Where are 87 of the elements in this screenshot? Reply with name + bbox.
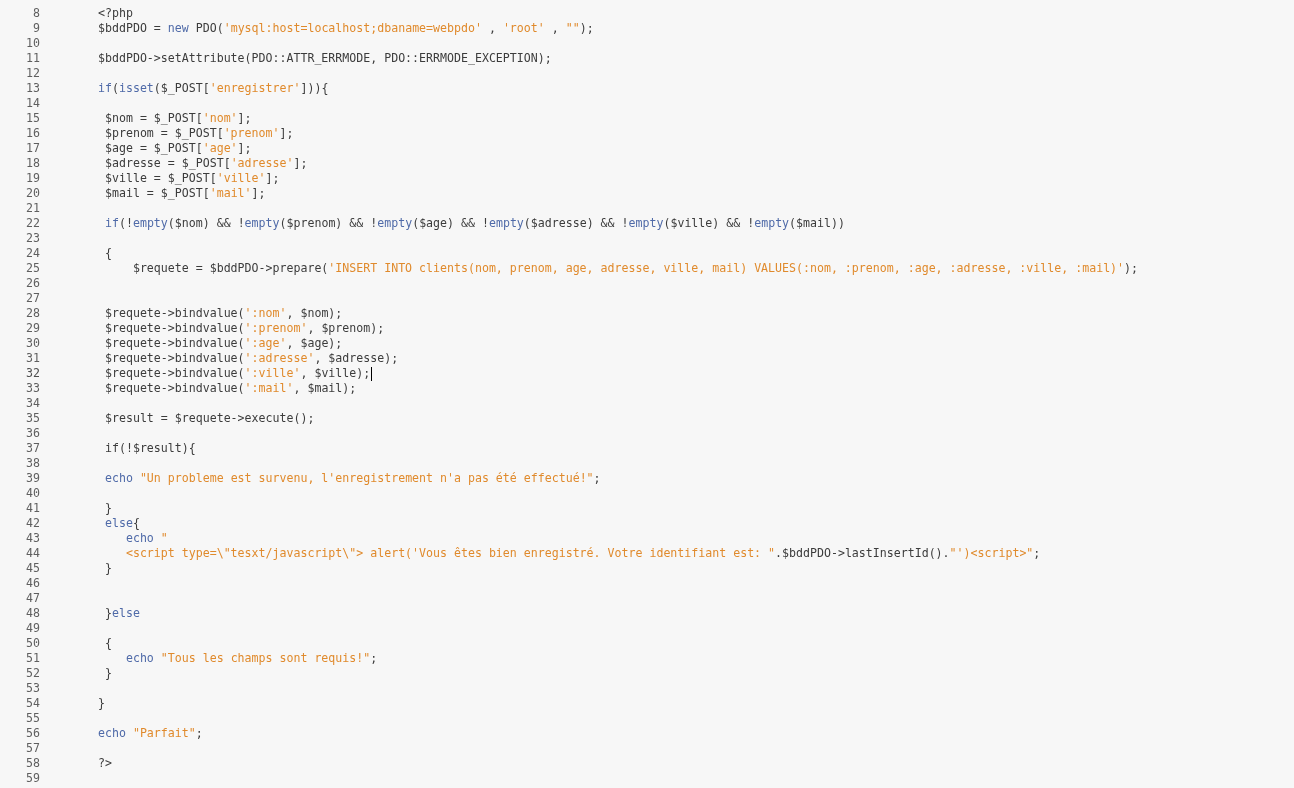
line-number: 33 xyxy=(26,381,40,396)
text-cursor xyxy=(371,366,373,381)
code-line: $bddPDO->setAttribute(PDO::ATTR_ERRMODE, PDO::ERRMODE_EXCEPTION); xyxy=(98,51,552,66)
code-line: $requete->bindvalue(':mail', $mail); xyxy=(103,381,357,396)
line-number: 24 xyxy=(26,246,40,261)
line-number: 38 xyxy=(26,456,40,471)
line-number: 41 xyxy=(26,501,40,516)
line-number: 44 xyxy=(26,546,40,561)
line-number: 57 xyxy=(26,741,40,756)
line-number: 17 xyxy=(26,141,40,156)
line-number: 20 xyxy=(26,186,40,201)
code-line: $requete->bindvalue(':prenom', $prenom); xyxy=(103,321,385,336)
line-number: 31 xyxy=(26,351,40,366)
code-line: } xyxy=(103,501,112,516)
code-line: $requete = $bddPDO->prepare('INSERT INTO clients(nom, prenom, age, adresse, ville, mail) VALUES(:nom, :prenom, :age, :adresse, :ville, :mail)'); xyxy=(131,261,1139,276)
code-line: <?php xyxy=(98,6,133,21)
line-number: 51 xyxy=(26,651,40,666)
line-number: 11 xyxy=(26,51,40,66)
code-line: }else xyxy=(103,606,140,621)
line-number: 8 xyxy=(33,6,40,21)
code-line: $result = $requete->execute(); xyxy=(103,411,315,426)
line-number: 25 xyxy=(26,261,40,276)
code-line: echo "Parfait"; xyxy=(98,726,203,741)
line-number: 23 xyxy=(26,231,40,246)
line-number: 53 xyxy=(26,681,40,696)
code-line: } xyxy=(98,696,105,711)
code-line: $requete->bindvalue(':adresse', $adresse); xyxy=(103,351,399,366)
code-line: { xyxy=(103,246,112,261)
line-number: 32 xyxy=(26,366,40,381)
line-number: 49 xyxy=(26,621,40,636)
code-line: $adresse = $_POST['adresse']; xyxy=(103,156,308,171)
code-line: ?> xyxy=(98,756,112,771)
line-number: 22 xyxy=(26,216,40,231)
line-number: 28 xyxy=(26,306,40,321)
line-number: 14 xyxy=(26,96,40,111)
code-line: if(isset($_POST['enregistrer'])){ xyxy=(98,81,329,96)
line-number: 16 xyxy=(26,126,40,141)
line-number: 37 xyxy=(26,441,40,456)
code-line: if(!$result){ xyxy=(103,441,196,456)
code-line: echo "Un probleme est survenu, l'enregistrement n'a pas été effectué!"; xyxy=(103,471,601,486)
code-line: $bddPDO = new PDO('mysql:host=localhost;dbaname=webpdo' , 'root' , ""); xyxy=(98,21,594,36)
line-number: 19 xyxy=(26,171,40,186)
line-number: 34 xyxy=(26,396,40,411)
line-number: 30 xyxy=(26,336,40,351)
code-line: $age = $_POST['age']; xyxy=(103,141,252,156)
code-line: $requete->bindvalue(':ville', $ville); xyxy=(103,366,371,381)
code-line: echo " xyxy=(124,531,168,546)
code-line: } xyxy=(103,561,112,576)
line-number: 55 xyxy=(26,711,40,726)
line-number: 35 xyxy=(26,411,40,426)
line-number: 26 xyxy=(26,276,40,291)
code-line: } xyxy=(103,666,112,681)
line-number: 36 xyxy=(26,426,40,441)
code-line: <script type=\"tesxt/javascript\"> alert('Vous êtes bien enregistré. Votre identifiant est: ".$bddPDO->lastInsertId()."')<script>"; xyxy=(124,546,1041,561)
code-line: $requete->bindvalue(':nom', $nom); xyxy=(103,306,343,321)
line-number: 59 xyxy=(26,771,40,786)
line-number: 9 xyxy=(33,21,40,36)
line-number: 45 xyxy=(26,561,40,576)
code-line: echo "Tous les champs sont requis!"; xyxy=(124,651,378,666)
line-number: 52 xyxy=(26,666,40,681)
line-number: 47 xyxy=(26,591,40,606)
code-line: $mail = $_POST['mail']; xyxy=(103,186,266,201)
line-number: 27 xyxy=(26,291,40,306)
code-line: $requete->bindvalue(':age', $age); xyxy=(103,336,343,351)
line-number: 10 xyxy=(26,36,40,51)
line-number: 43 xyxy=(26,531,40,546)
line-number: 12 xyxy=(26,66,40,81)
line-number: 39 xyxy=(26,471,40,486)
line-number: 40 xyxy=(26,486,40,501)
line-number: 15 xyxy=(26,111,40,126)
code-line: { xyxy=(103,636,112,651)
line-number: 56 xyxy=(26,726,40,741)
line-number: 18 xyxy=(26,156,40,171)
code-line: $prenom = $_POST['prenom']; xyxy=(103,126,294,141)
line-number: 42 xyxy=(26,516,40,531)
code-line: $nom = $_POST['nom']; xyxy=(103,111,252,126)
code-line: if(!empty($nom) && !empty($prenom) && !empty($age) && !empty($adresse) && !empty($ville) && !empty($mail)) xyxy=(103,216,845,231)
line-number: 48 xyxy=(26,606,40,621)
line-number: 21 xyxy=(26,201,40,216)
line-number: 29 xyxy=(26,321,40,336)
line-number: 50 xyxy=(26,636,40,651)
line-number: 13 xyxy=(26,81,40,96)
line-number: 46 xyxy=(26,576,40,591)
code-line: $ville = $_POST['ville']; xyxy=(103,171,280,186)
line-number: 54 xyxy=(26,696,40,711)
line-number: 58 xyxy=(26,756,40,771)
code-line: else{ xyxy=(103,516,140,531)
